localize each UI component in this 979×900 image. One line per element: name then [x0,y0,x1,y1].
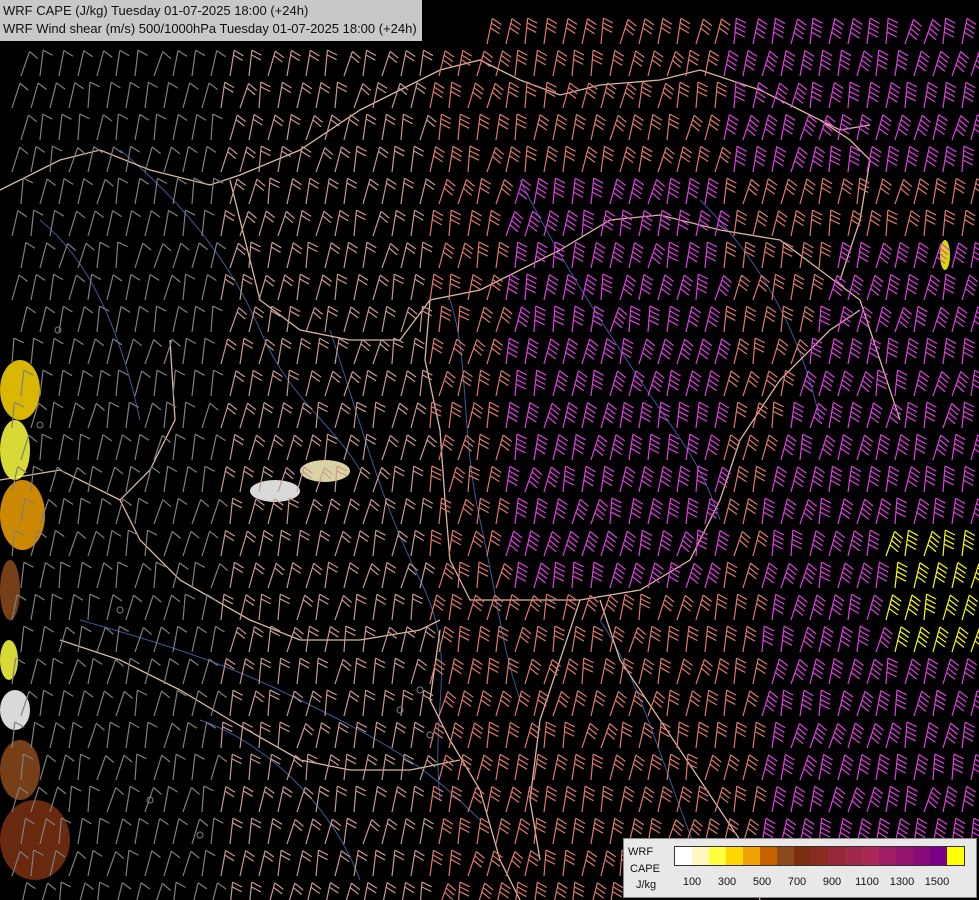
title-wind-shear: WRF Wind shear (m/s) 500/1000hPa Tuesday… [3,21,417,36]
legend-model: WRF [628,846,654,858]
cape-area [0,560,20,620]
legend-tick-label: 300 [717,876,737,888]
cape-legend: WRF CAPE J/kg 100 300 500 700 900 1100 1300 150… [623,838,977,898]
legend-tick-label: 100 [682,876,702,888]
legend-swatch [879,847,896,865]
legend-swatch [845,847,862,865]
title-cape: WRF CAPE (J/kg) Tuesday 01-07-2025 18:00… [3,3,309,18]
legend-tick-label: 1300 [889,876,915,888]
cape-area [0,740,40,800]
legend-swatch [896,847,913,865]
weather-map [0,0,979,900]
cape-area [300,460,350,482]
legend-tick-label: 1100 [855,876,879,888]
legend-swatch [828,847,845,865]
legend-color-scale [674,846,965,866]
legend-tick-label: 1500 [924,876,950,888]
legend-field: CAPE [630,863,660,875]
legend-swatch [811,847,828,865]
legend-tick-label: 500 [752,876,772,888]
legend-tick-label: 700 [787,876,807,888]
cape-area [0,360,40,420]
legend-swatch [862,847,879,865]
legend-swatch [743,847,760,865]
legend-swatch [947,847,964,865]
legend-swatch [913,847,930,865]
cape-area [0,420,30,480]
map-title: WRF CAPE (J/kg) Tuesday 01-07-2025 18:00… [0,0,422,41]
legend-swatch [692,847,709,865]
legend-swatch [726,847,743,865]
legend-swatch [777,847,794,865]
legend-ticks: 100 300 500 700 900 1100 1300 1500 [674,876,974,890]
legend-swatch [794,847,811,865]
legend-unit: J/kg [636,879,657,891]
legend-swatch [709,847,726,865]
legend-swatch [760,847,777,865]
legend-tick-label: 900 [822,876,842,888]
legend-swatch [930,847,947,865]
legend-swatch [675,847,692,865]
